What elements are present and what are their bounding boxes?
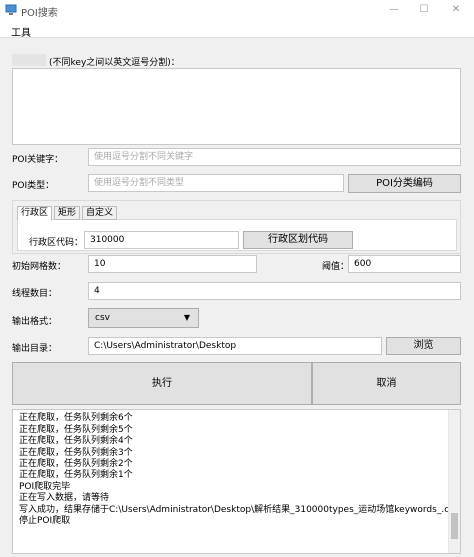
threshold-label: 阈值： <box>322 262 350 272</box>
grid-count-input[interactable]: 10 <box>88 255 257 273</box>
thread-count-input[interactable]: 4 <box>88 282 461 300</box>
tab-custom[interactable]: 自定义 <box>82 206 118 220</box>
log-lines: 正在爬取，任务队列剩余7个正在爬取，任务队列剩余6个正在爬取，任务队列剩余5个正… <box>19 410 460 527</box>
keyword-input[interactable]: 使用逗号分割不同关键字 <box>88 148 461 166</box>
menu-tools[interactable]: 工具 <box>11 24 31 39</box>
close-button[interactable]: ✕ <box>441 0 471 20</box>
chevron-down-icon: ▼ <box>183 313 190 322</box>
run-button[interactable]: 执行 <box>12 362 312 405</box>
region-code-label: 行政区代码： <box>29 238 84 248</box>
app-icon <box>5 4 17 15</box>
log-line: 正在爬取，任务队列剩余1个 <box>19 470 133 481</box>
poi-type-label: POI类型： <box>12 181 55 191</box>
output-format-select[interactable]: csv ▼ <box>88 308 199 328</box>
output-dir-input[interactable]: C:\Users\Administrator\Desktop <box>88 337 382 355</box>
tab-region[interactable]: 行政区 <box>17 206 53 221</box>
output-dir-label: 输出目录： <box>12 344 58 354</box>
log-line: POI爬取完毕 <box>19 481 71 492</box>
log-line: 正在爬取，任务队列剩余4个 <box>19 436 133 447</box>
poi-category-code-button[interactable]: POI分类编码 <box>348 174 461 193</box>
log-line: 正在爬取，任务队列剩余2个 <box>19 458 133 469</box>
region-code-button[interactable]: 行政区划代码 <box>243 231 353 249</box>
log-output[interactable]: 正在爬取，任务队列剩余7个正在爬取，任务队列剩余6个正在爬取，任务队列剩余5个正… <box>12 409 461 554</box>
log-scrollbar[interactable] <box>448 410 460 553</box>
log-line: 正在爬取，任务队列剩余3个 <box>19 447 133 458</box>
log-line: 正在爬取，任务队列剩余6个 <box>19 413 133 424</box>
browse-button[interactable]: 浏览 <box>386 337 461 355</box>
menu-bar: 工具 <box>0 20 474 39</box>
log-line: 正在写入数据，请等待 <box>19 493 110 504</box>
poi-type-input[interactable]: 使用逗号分割不同类型 <box>88 174 344 192</box>
api-key-textarea[interactable] <box>12 68 461 145</box>
thread-count-label: 线程数目： <box>12 289 58 299</box>
output-format-label: 输出格式： <box>12 317 58 327</box>
key-label: (不同key之间以英文逗号分割)： <box>49 58 180 68</box>
region-code-input[interactable]: 310000 <box>84 231 239 249</box>
threshold-input[interactable]: 600 <box>348 255 461 273</box>
log-line: 停止POI爬取 <box>19 515 71 526</box>
keyword-label: POI关键字： <box>12 155 64 165</box>
window-title: POI搜索 <box>21 8 58 19</box>
title-bar: POI搜索 — ☐ ✕ <box>0 0 474 20</box>
grid-count-label: 初始网格数： <box>12 262 67 272</box>
minimize-button[interactable]: — <box>379 0 409 20</box>
tab-rectangle[interactable]: 矩形 <box>54 206 81 220</box>
output-format-value: csv <box>95 313 110 323</box>
log-line: 写入成功，结果存储于C:\Users\Administrator\Desktop… <box>19 504 460 515</box>
cancel-button[interactable]: 取消 <box>312 362 461 405</box>
log-line: 正在爬取，任务队列剩余5个 <box>19 424 133 435</box>
maximize-button[interactable]: ☐ <box>409 0 439 20</box>
scrollbar-thumb[interactable] <box>451 513 458 539</box>
key-label-redacted <box>12 54 46 66</box>
